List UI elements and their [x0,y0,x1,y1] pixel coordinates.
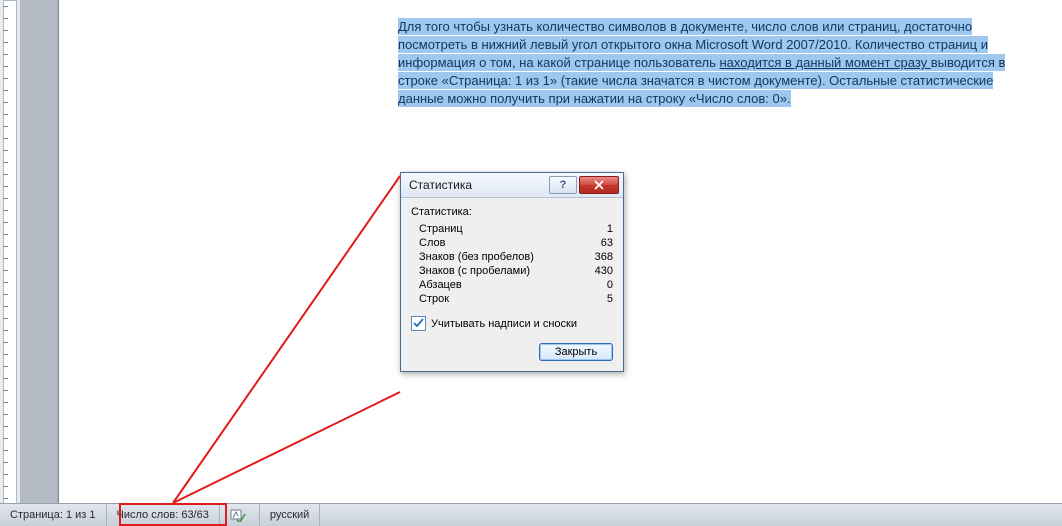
stat-row: Знаков (с пробелами)430 [411,264,613,278]
page-gutter [20,0,58,504]
checkbox-label: Учитывать надписи и сноски [431,318,577,330]
vertical-ruler [0,0,21,504]
dialog-titlebar[interactable]: Статистика ? [401,173,623,198]
stats-section-label: Статистика: [411,206,613,218]
status-language[interactable]: русский [260,504,320,526]
status-word-count[interactable]: Число слов: 63/63 [107,504,220,526]
stat-row: Слов63 [411,236,613,250]
include-textboxes-checkbox[interactable] [411,316,426,331]
stat-row: Абзацев0 [411,278,613,292]
dialog-title: Статистика [409,178,472,192]
status-bar: Страница: 1 из 1 Число слов: 63/63 русск… [0,503,1062,526]
close-button[interactable]: Закрыть [539,343,613,361]
statistics-dialog: Статистика ? Статистика: Страниц1 Слов63… [400,172,624,372]
selected-paragraph: Для того чтобы узнать количество символо… [398,18,1018,108]
stat-row: Строк5 [411,292,613,306]
stat-row: Знаков (без пробелов)368 [411,250,613,264]
status-page[interactable]: Страница: 1 из 1 [0,504,107,526]
help-button[interactable]: ? [549,176,577,194]
stat-row: Страниц1 [411,222,613,236]
spellcheck-icon [230,508,246,522]
close-icon[interactable] [579,176,619,194]
status-proofing[interactable] [220,504,260,526]
